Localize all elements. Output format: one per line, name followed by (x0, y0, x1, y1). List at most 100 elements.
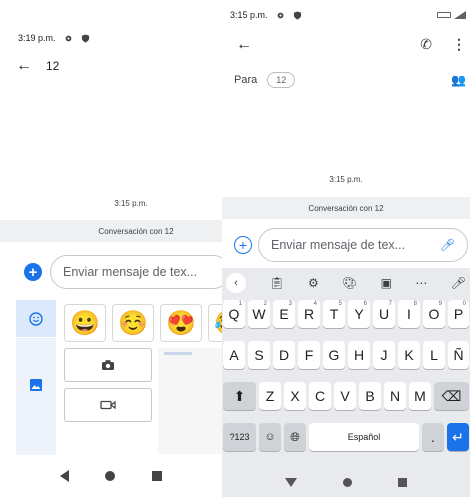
video-button[interactable] (64, 388, 152, 422)
key-s[interactable]: S (248, 341, 270, 369)
key-c[interactable]: C (309, 382, 331, 410)
mic-icon[interactable]: 🎤︎ (440, 238, 455, 252)
plus-icon[interactable]: + (24, 263, 42, 281)
camera-button[interactable] (64, 348, 152, 382)
status-time: 3:19 p.m. (18, 33, 56, 43)
emoji-icon (29, 311, 43, 326)
nav-recents-icon[interactable] (151, 471, 162, 481)
key-row-2: A S D F G H J K L Ñ (222, 341, 470, 371)
translate-icon[interactable]: ▣ (381, 276, 392, 290)
keyboard-mic-icon[interactable]: 🎤︎ (451, 276, 466, 290)
key-p[interactable]: P0 (448, 300, 469, 328)
hide-keyboard-icon[interactable] (285, 478, 297, 487)
key-o[interactable]: O9 (423, 300, 445, 328)
gallery-thumbnail[interactable] (158, 348, 222, 454)
key-n-tilde[interactable]: Ñ (448, 341, 469, 369)
signal-icon (454, 11, 466, 19)
emoji-key[interactable]: ☺ (259, 423, 281, 451)
compose-row: + Enviar mensaje de tex... (24, 255, 222, 289)
key-e[interactable]: E3 (273, 300, 295, 328)
compose-row: + Enviar mensaje de tex... 🎤︎ (234, 228, 468, 262)
message-input[interactable]: Enviar mensaje de tex... 🎤︎ (258, 228, 468, 262)
emoji-joy[interactable]: 😂 (208, 304, 222, 342)
attachment-sidebar (16, 300, 56, 455)
period-key[interactable]: . (422, 423, 444, 451)
key-row-1: Q1 W2 E3 R4 T5 Y6 U7 I8 O9 P0 (222, 300, 470, 330)
chevron-left-icon[interactable]: ‹ (226, 273, 246, 293)
globe-key[interactable]: 🌐︎ (284, 423, 306, 451)
space-key[interactable]: Español (309, 423, 419, 451)
key-n[interactable]: N (384, 382, 406, 410)
key-w[interactable]: W2 (248, 300, 270, 328)
keyboard: ‹ 📋︎ ⚙︎ 🎨︎ ▣ ⋯ 🎤︎ Q1 W2 E3 R4 T5 Y6 U7 I… (222, 268, 470, 497)
key-b[interactable]: B (359, 382, 381, 410)
status-bar: 3:19 p.m. (18, 33, 90, 43)
message-input[interactable]: Enviar mensaje de tex... (50, 255, 222, 289)
screenshot-root: 3:19 p.m. ← 12 3:15 p.m. Conversación co… (0, 0, 470, 497)
image-icon (30, 379, 42, 391)
conversation-banner: Conversación con 12 (222, 197, 470, 219)
key-m[interactable]: M (409, 382, 431, 410)
key-i[interactable]: I8 (398, 300, 420, 328)
more-icon[interactable]: ⋯ (415, 276, 427, 290)
key-a[interactable]: A (223, 341, 245, 369)
back-arrow-icon[interactable]: ← (236, 36, 252, 53)
system-nav-bar (0, 455, 222, 497)
enter-key[interactable]: ↵ (447, 423, 469, 451)
camera-icon (102, 360, 114, 370)
clipboard-icon[interactable]: 📋︎ (269, 276, 284, 290)
plus-icon[interactable]: + (234, 236, 252, 254)
key-f[interactable]: F (298, 341, 320, 369)
key-x[interactable]: X (284, 382, 306, 410)
app-bar: ← 12 (16, 58, 59, 74)
shift-key[interactable]: ⬆ (223, 382, 256, 410)
message-input-placeholder: Enviar mensaje de tex... (271, 238, 406, 252)
message-timestamp: 3:15 p.m. (329, 175, 363, 184)
key-y[interactable]: Y6 (348, 300, 370, 328)
nav-back-icon[interactable] (60, 470, 70, 482)
add-person-icon[interactable]: 👥 (451, 73, 466, 87)
conversation-title: 12 (46, 59, 60, 73)
key-v[interactable]: V (334, 382, 356, 410)
emoji-tab[interactable] (16, 300, 56, 338)
battery-icon (437, 12, 451, 18)
key-h[interactable]: H (348, 341, 370, 369)
keyboard-toolbar: ‹ 📋︎ ⚙︎ 🎨︎ ▣ ⋯ 🎤︎ (222, 268, 470, 298)
nav-home-icon[interactable] (343, 478, 352, 487)
phone-call-icon[interactable]: ✆ (420, 36, 432, 53)
recipient-chip[interactable]: 12 (267, 72, 296, 88)
conversation-banner: Conversación con 12 (0, 220, 222, 242)
key-row-4: ?123 ☺ 🌐︎ Español . ↵ (222, 423, 470, 453)
key-l[interactable]: L (423, 341, 445, 369)
key-d[interactable]: D (273, 341, 295, 369)
key-u[interactable]: U7 (373, 300, 395, 328)
gallery-tab[interactable] (16, 355, 56, 415)
key-j[interactable]: J (373, 341, 395, 369)
emoji-smiling[interactable]: ☺️ (112, 304, 154, 342)
attachment-panel: 😀 ☺️ 😍 😂 (16, 300, 222, 455)
gear-icon (65, 35, 71, 41)
palette-icon[interactable]: 🎨︎ (342, 276, 357, 290)
video-icon (100, 400, 116, 410)
para-label: Para (234, 74, 258, 86)
key-q[interactable]: Q1 (223, 300, 245, 328)
nav-home-icon[interactable] (105, 471, 116, 481)
key-z[interactable]: Z (259, 382, 281, 410)
app-bar: ← ✆ ⋮ (236, 36, 466, 53)
symbols-key[interactable]: ?123 (223, 423, 256, 451)
key-k[interactable]: K (398, 341, 420, 369)
key-t[interactable]: T5 (323, 300, 345, 328)
key-r[interactable]: R4 (298, 300, 320, 328)
key-g[interactable]: G (323, 341, 345, 369)
gear-icon (277, 12, 283, 18)
emoji-grinning[interactable]: 😀 (64, 304, 106, 342)
more-options-icon[interactable]: ⋮ (452, 36, 466, 53)
key-row-3: ⬆ Z X C V B N M ⌫ (222, 382, 470, 412)
back-arrow-icon[interactable]: ← (16, 58, 32, 74)
emoji-heart-eyes[interactable]: 😍 (160, 304, 202, 342)
message-timestamp: 3:15 p.m. (114, 199, 148, 208)
right-phone-screen: 3:15 p.m. ← ✆ ⋮ Para 12 👥 3:15 p.m. Conv… (222, 0, 470, 497)
nav-recents-icon[interactable] (398, 478, 407, 487)
settings-icon[interactable]: ⚙︎ (308, 276, 319, 290)
backspace-key[interactable]: ⌫ (434, 382, 469, 410)
